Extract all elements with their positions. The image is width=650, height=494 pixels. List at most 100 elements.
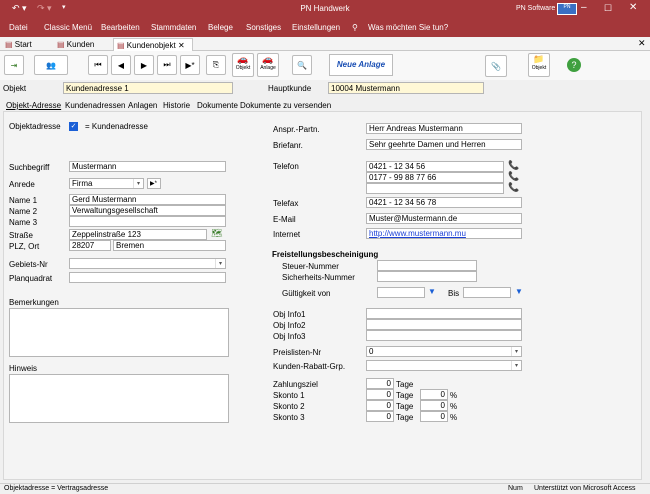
phone-icon[interactable]: 📞 bbox=[508, 160, 519, 171]
name2-label: Name 2 bbox=[9, 207, 38, 216]
objekt2-button[interactable]: 📁 Objekt bbox=[528, 53, 550, 77]
maximize-icon[interactable]: ☐ bbox=[604, 3, 612, 14]
last-record-icon[interactable]: ⏭ bbox=[157, 55, 177, 75]
customers-icon[interactable]: 👥 bbox=[34, 55, 68, 75]
briefanrede-field[interactable]: Sehr geehrte Damen und Herren bbox=[366, 139, 522, 150]
info1-field[interactable] bbox=[366, 308, 522, 319]
new-record-icon[interactable]: ▶* bbox=[180, 55, 200, 75]
exit-icon[interactable]: ⇥ bbox=[4, 55, 24, 75]
skonto3-tage-field[interactable]: 0 bbox=[366, 411, 394, 422]
telefon-field-1[interactable]: 0421 - 12 34 56 bbox=[366, 161, 504, 172]
rabatt-label: Kunden-Rabatt-Grp. bbox=[273, 362, 346, 371]
copy-icon[interactable]: ⎘ bbox=[206, 55, 226, 75]
lightbulb-icon: ⚲ bbox=[352, 23, 358, 32]
phone-icon[interactable]: 📞 bbox=[508, 171, 519, 182]
calendar-dropdown-icon[interactable]: ▼ bbox=[515, 287, 523, 296]
menu-stammdaten[interactable]: Stammdaten bbox=[151, 23, 196, 32]
phone-icon[interactable]: 📞 bbox=[508, 182, 519, 193]
skonto2-percent-field[interactable]: 0 bbox=[420, 400, 448, 411]
bis-label: Bis bbox=[448, 289, 460, 298]
subtab-dokumente[interactable]: Dokumente bbox=[197, 101, 238, 110]
objekt-field[interactable]: Kundenadresse 1 bbox=[63, 82, 233, 94]
skonto2-tage-field[interactable]: 0 bbox=[366, 400, 394, 411]
anrede-next-button[interactable]: ▶* bbox=[147, 178, 161, 189]
bemerkungen-textarea[interactable] bbox=[9, 308, 229, 357]
email-label: E-Mail bbox=[273, 215, 296, 224]
hinweis-textarea[interactable] bbox=[9, 374, 229, 423]
tab-kundenobjekt[interactable]: ▤ Kundenobjekt ✕ bbox=[113, 38, 193, 51]
rabatt-select[interactable]: ▾ bbox=[366, 360, 522, 371]
gebiet-select[interactable]: ▾ bbox=[69, 258, 226, 269]
close-all-icon[interactable]: ✕ bbox=[638, 38, 646, 49]
internet-link[interactable]: http://www.mustermann.mu bbox=[366, 228, 522, 239]
map-icon[interactable]: 🗺 bbox=[211, 228, 222, 239]
tab-close-icon[interactable]: ✕ bbox=[178, 41, 185, 50]
subtab-objekt-adresse[interactable]: Objekt-Adresse bbox=[6, 101, 61, 110]
email-field[interactable]: Muster@Mustermann.de bbox=[366, 213, 522, 224]
menu-bearbeiten[interactable]: Bearbeiten bbox=[101, 23, 140, 32]
skonto1-tage-field[interactable]: 0 bbox=[366, 389, 394, 400]
name3-field[interactable] bbox=[69, 216, 226, 227]
menu-belege[interactable]: Belege bbox=[208, 23, 233, 32]
calendar-dropdown-icon[interactable]: ▼ bbox=[428, 287, 436, 296]
preisliste-select[interactable]: 0 ▾ bbox=[366, 346, 522, 357]
menu-einstellungen[interactable]: Einstellungen bbox=[292, 23, 340, 32]
subtab-dokumente-versenden[interactable]: Dokumente zu versenden bbox=[240, 101, 331, 110]
user-avatar[interactable]: PN bbox=[557, 3, 577, 15]
freistellung-heading: Freistellungsbescheinigung bbox=[272, 250, 379, 259]
info3-field[interactable] bbox=[366, 330, 522, 341]
search-record-icon[interactable]: 🔍 bbox=[292, 55, 312, 75]
telefon-field-2[interactable]: 0177 - 99 88 77 66 bbox=[366, 172, 504, 183]
skonto3-percent-field[interactable]: 0 bbox=[420, 411, 448, 422]
gueltig-bis-field[interactable] bbox=[463, 287, 511, 298]
kundenadresse-checkbox[interactable]: ✓ bbox=[69, 122, 78, 131]
skonto1-percent-field[interactable]: 0 bbox=[420, 389, 448, 400]
anlage-button[interactable]: 🚗 Anlage bbox=[257, 53, 279, 77]
name1-field[interactable]: Gerd Mustermann bbox=[69, 194, 226, 205]
status-text: Objektadresse = Vertragsadresse bbox=[4, 485, 109, 492]
ansprech-field[interactable]: Herr Andreas Mustermann bbox=[366, 123, 522, 134]
title-bar: ↶ ▾ ↷ ▾ ▾ PN Handwerk PN Software PN – ☐… bbox=[0, 0, 650, 19]
name2-field[interactable]: Verwaltungsgesellschaft bbox=[69, 205, 226, 216]
first-record-icon[interactable]: ⏮ bbox=[88, 55, 108, 75]
next-record-icon[interactable]: ▶ bbox=[134, 55, 154, 75]
telefon-field-3[interactable] bbox=[366, 183, 504, 194]
steuer-field[interactable] bbox=[377, 260, 477, 271]
hauptkunde-field[interactable]: 10004 Mustermann bbox=[328, 82, 484, 94]
prev-record-icon[interactable]: ◀ bbox=[111, 55, 131, 75]
close-icon[interactable]: ✕ bbox=[629, 2, 637, 13]
strasse-field[interactable]: Zeppelinstraße 123 bbox=[69, 229, 207, 240]
ort-field[interactable]: Bremen bbox=[113, 240, 226, 251]
powered-by: Unterstützt von Microsoft Access bbox=[534, 485, 636, 492]
briefanrede-label: Briefanr. bbox=[273, 141, 303, 150]
menu-sonstiges[interactable]: Sonstiges bbox=[246, 23, 281, 32]
subtab-historie[interactable]: Historie bbox=[163, 101, 190, 110]
planquadrat-field[interactable] bbox=[69, 272, 226, 283]
objekt-button[interactable]: 🚗 Objekt bbox=[232, 53, 254, 77]
subtab-kundenadressen[interactable]: Kundenadressen bbox=[65, 101, 126, 110]
tage-label: Tage bbox=[396, 380, 414, 389]
zahlungsziel-field[interactable]: 0 bbox=[366, 378, 394, 389]
telefon-label: Telefon bbox=[273, 162, 299, 171]
object-icon: 📁 bbox=[533, 54, 545, 64]
info2-field[interactable] bbox=[366, 319, 522, 330]
help-icon[interactable]: ? bbox=[567, 58, 581, 72]
suchbegriff-field[interactable]: Mustermann bbox=[69, 161, 226, 172]
anrede-select[interactable]: Firma ▾ bbox=[69, 178, 144, 189]
minimize-icon[interactable]: – bbox=[581, 2, 587, 13]
sicherheit-field[interactable] bbox=[377, 271, 477, 282]
tell-me-search[interactable]: Was möchten Sie tun? bbox=[368, 23, 448, 32]
name1-label: Name 1 bbox=[9, 196, 38, 205]
neue-anlage-button[interactable]: Neue Anlage bbox=[329, 54, 393, 76]
percent-label: % bbox=[450, 402, 458, 411]
objektadresse-label: Objektadresse bbox=[9, 122, 61, 131]
gueltig-von-field[interactable] bbox=[377, 287, 425, 298]
subtab-anlagen[interactable]: Anlagen bbox=[128, 101, 157, 110]
telefax-field[interactable]: 0421 - 12 34 56 78 bbox=[366, 197, 522, 208]
tab-start[interactable]: ▤ Start bbox=[2, 38, 35, 51]
plz-field[interactable]: 28207 bbox=[69, 240, 111, 251]
menu-datei[interactable]: Datei bbox=[9, 23, 28, 32]
tab-kunden[interactable]: ▤ Kunden bbox=[54, 38, 97, 51]
attachment-icon[interactable]: 📎 bbox=[485, 55, 507, 77]
menu-classic[interactable]: Classic Menü bbox=[44, 23, 92, 32]
